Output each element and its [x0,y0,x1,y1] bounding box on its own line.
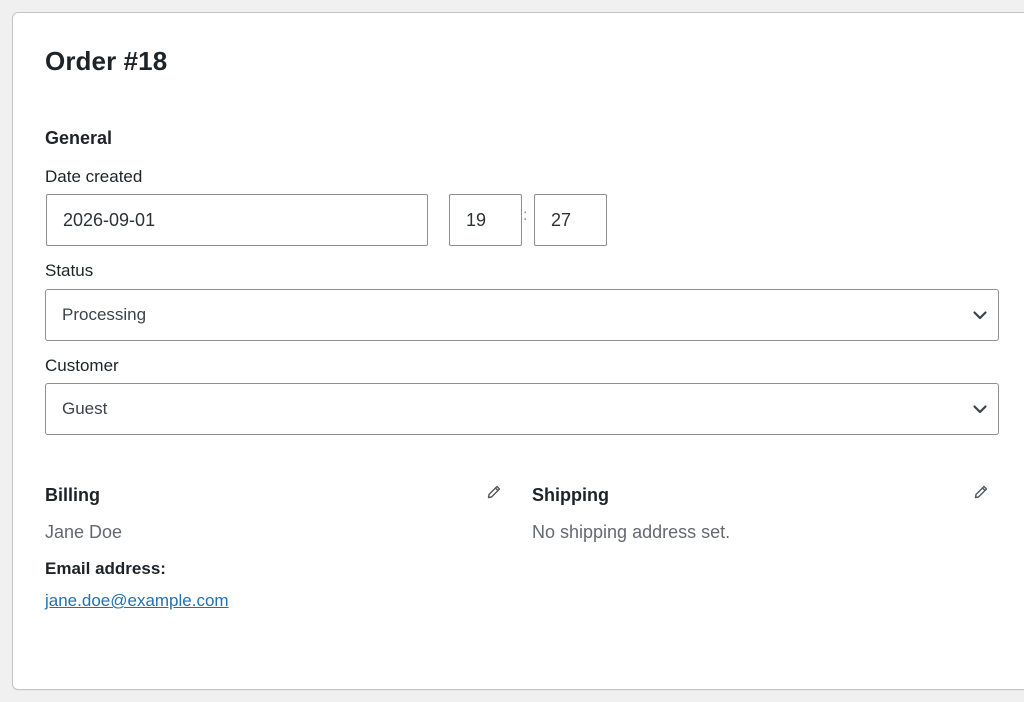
billing-name: Jane Doe [45,522,123,542]
chevron-down-icon [973,405,987,414]
order-title: Order #18 [45,46,168,76]
customer-label: Customer [45,356,119,375]
date-created-input[interactable] [46,194,428,246]
hour-input[interactable] [449,194,522,246]
chevron-down-icon [973,311,987,320]
pencil-icon[interactable] [486,484,502,500]
email-link[interactable]: jane.doe@example.com [45,591,229,611]
pencil-icon[interactable] [973,484,989,500]
minute-input[interactable] [534,194,607,246]
shipping-empty-text: No shipping address set. [532,522,731,542]
email-label: Email address: [45,559,166,578]
status-label: Status [45,261,94,280]
status-select[interactable]: Processing [45,289,999,341]
billing-heading: Billing [45,485,100,505]
general-heading: General [45,128,113,148]
shipping-heading: Shipping [532,485,609,505]
date-created-label: Date created [45,167,143,186]
time-separator: : [523,207,528,224]
customer-select[interactable]: Guest [45,383,999,435]
status-selected-value: Processing [62,305,147,324]
customer-selected-value: Guest [62,399,108,418]
order-panel: Order #18 General Date created : Status … [12,12,1024,690]
